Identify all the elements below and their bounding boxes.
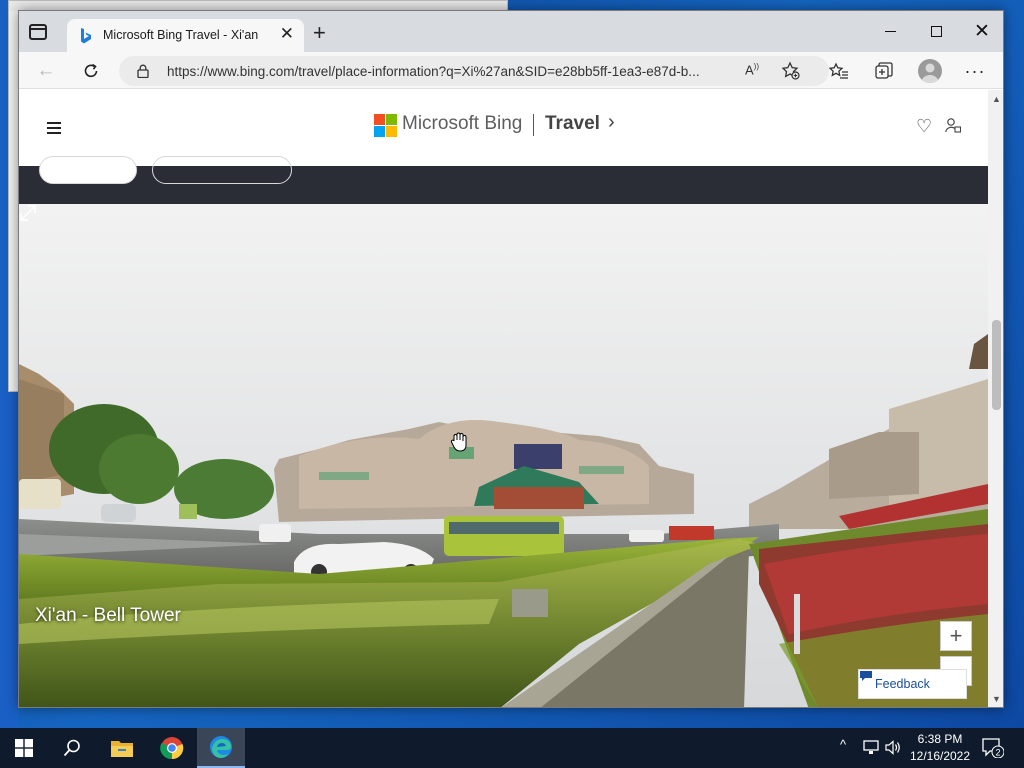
filter-pill[interactable] (152, 156, 292, 184)
filter-pill[interactable] (39, 156, 137, 184)
tab-close-icon[interactable]: ✕ (280, 25, 294, 43)
chrome-icon (160, 737, 184, 760)
feedback-button[interactable]: Feedback (858, 669, 967, 699)
clock[interactable]: 6:38 PM 12/16/2022 (907, 731, 973, 765)
edge-icon (210, 736, 232, 758)
add-favorite-icon[interactable] (781, 61, 801, 81)
read-aloud-icon[interactable]: A)) (745, 62, 759, 77)
feedback-icon (860, 671, 872, 681)
minimize-button[interactable] (867, 11, 913, 52)
browser-window: Microsoft Bing Travel - Xi'an ✕ + ✕ ← ht… (18, 10, 1004, 708)
maximize-button[interactable] (913, 11, 959, 52)
page-scrollbar[interactable]: ▲ ▼ (988, 90, 1003, 707)
edge-button[interactable] (197, 728, 245, 768)
panorama-caption: Xi'an - Bell Tower (35, 605, 181, 626)
bing-favicon-icon (81, 28, 91, 44)
new-tab-icon[interactable]: + (313, 22, 326, 44)
brand-divider (533, 114, 534, 136)
chrome-button[interactable] (148, 728, 196, 768)
search-button[interactable] (48, 728, 96, 768)
scroll-down-icon[interactable]: ▼ (992, 694, 1001, 704)
folder-icon (111, 741, 133, 757)
browser-toolbar: ← https://www.bing.com/travel/place-info… (19, 52, 1003, 89)
clock-date: 12/16/2022 (909, 749, 971, 763)
profile-avatar[interactable] (918, 59, 942, 83)
brand-name[interactable]: Microsoft Bing (402, 113, 522, 135)
url-text[interactable]: https://www.bing.com/travel/place-inform… (167, 64, 742, 79)
taskbar: ^ 6:38 PM 12/16/2022 2 (0, 728, 1024, 768)
bing-header: Microsoft Bing Travel › ♡ (19, 90, 988, 166)
microsoft-logo[interactable] (374, 114, 397, 137)
chevron-right-icon[interactable]: › (608, 111, 615, 134)
page-content: Microsoft Bing Travel › ♡ Xi'an - Bell T… (19, 90, 988, 708)
notification-count: 2 (995, 748, 1000, 758)
scroll-thumb[interactable] (992, 320, 1001, 410)
show-hidden-icons-icon[interactable]: ^ (840, 737, 846, 752)
title-bar: Microsoft Bing Travel - Xi'an ✕ + ✕ (19, 11, 1003, 52)
windows-icon (15, 739, 33, 757)
close-window-button[interactable]: ✕ (959, 11, 1003, 52)
browser-tab[interactable]: Microsoft Bing Travel - Xi'an ✕ (67, 19, 304, 52)
more-options-icon[interactable]: ··· (965, 61, 985, 81)
tab-actions-icon[interactable] (29, 24, 47, 40)
expand-icon[interactable] (19, 204, 37, 222)
refresh-button[interactable] (78, 58, 104, 84)
lock-icon[interactable] (137, 64, 149, 78)
section-title[interactable]: Travel (545, 113, 600, 135)
filter-bar (19, 156, 988, 204)
notification-icon[interactable]: 2 (982, 738, 1004, 758)
back-button[interactable]: ← (33, 58, 59, 84)
address-bar[interactable]: https://www.bing.com/travel/place-inform… (119, 56, 829, 86)
favorites-icon[interactable] (829, 61, 849, 81)
account-icon[interactable] (945, 117, 961, 133)
panorama-image[interactable] (19, 204, 988, 708)
scroll-up-icon[interactable]: ▲ (992, 94, 1001, 104)
volume-icon[interactable] (885, 740, 902, 755)
heart-icon[interactable]: ♡ (916, 116, 932, 137)
start-button[interactable] (0, 728, 48, 768)
zoom-in-button[interactable]: + (940, 621, 972, 651)
network-icon[interactable] (863, 740, 879, 755)
feedback-label: Feedback (875, 677, 930, 691)
menu-icon[interactable] (47, 122, 61, 137)
file-explorer-button[interactable] (98, 728, 146, 768)
refresh-icon (84, 63, 98, 78)
panorama-viewer[interactable]: Xi'an - Bell Tower + — Feedback (19, 204, 988, 708)
clock-time: 6:38 PM (917, 732, 963, 746)
search-icon (63, 739, 80, 757)
collections-icon[interactable] (874, 61, 894, 81)
tab-title: Microsoft Bing Travel - Xi'an (103, 28, 259, 42)
